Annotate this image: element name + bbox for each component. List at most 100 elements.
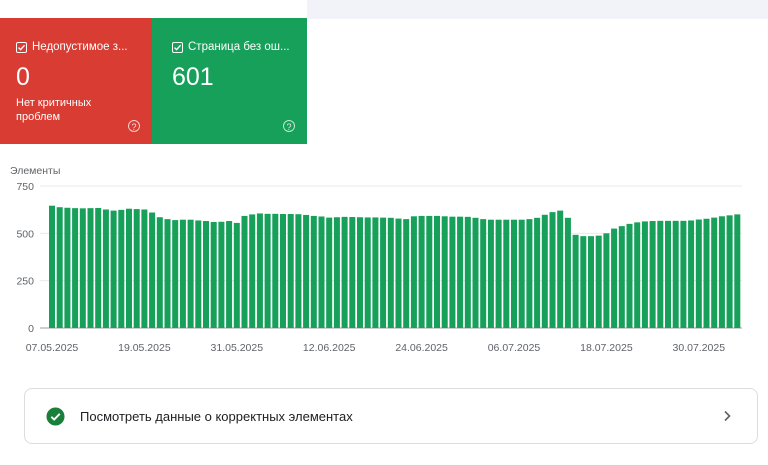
bar-14.07.2025[interactable] (572, 234, 579, 328)
bar-23.07.2025[interactable] (641, 221, 648, 328)
checkbox-checked-icon[interactable] (16, 41, 27, 53)
bar-07.07.2025[interactable] (518, 219, 525, 328)
bar-29.06.2025[interactable] (457, 216, 464, 328)
bar-06.06.2025[interactable] (280, 214, 287, 328)
bar-18.07.2025[interactable] (603, 233, 610, 328)
bar-22.05.2025[interactable] (164, 219, 171, 328)
bar-24.07.2025[interactable] (649, 221, 656, 328)
bar-26.06.2025[interactable] (434, 215, 441, 328)
bar-13.06.2025[interactable] (333, 217, 340, 328)
bar-26.07.2025[interactable] (665, 220, 672, 328)
bar-24.05.2025[interactable] (179, 219, 186, 328)
bar-01.08.2025[interactable] (711, 217, 718, 328)
bar-23.06.2025[interactable] (410, 216, 417, 328)
bar-28.07.2025[interactable] (680, 220, 687, 328)
bar-02.07.2025[interactable] (480, 219, 487, 328)
bar-01.07.2025[interactable] (472, 217, 479, 328)
bar-26.05.2025[interactable] (195, 220, 202, 328)
bar-21.07.2025[interactable] (626, 223, 633, 328)
x-tick-label: 07.05.2025 (26, 342, 79, 354)
bar-30.05.2025[interactable] (226, 221, 233, 328)
bar-04.07.2025[interactable] (495, 219, 502, 328)
bar-20.05.2025[interactable] (149, 212, 156, 328)
bar-07.05.2025[interactable] (49, 205, 56, 328)
bar-20.06.2025[interactable] (387, 217, 394, 328)
bar-15.06.2025[interactable] (349, 217, 356, 328)
bar-16.06.2025[interactable] (357, 217, 364, 328)
bar-28.06.2025[interactable] (449, 216, 456, 328)
bar-04.06.2025[interactable] (264, 213, 271, 328)
bar-12.07.2025[interactable] (557, 210, 564, 328)
bar-03.08.2025[interactable] (726, 215, 733, 328)
bar-10.06.2025[interactable] (310, 215, 317, 328)
bar-25.07.2025[interactable] (657, 220, 664, 328)
bar-08.05.2025[interactable] (56, 207, 63, 328)
bar-11.07.2025[interactable] (549, 212, 556, 328)
bar-06.07.2025[interactable] (511, 219, 518, 328)
bar-17.05.2025[interactable] (126, 208, 133, 328)
bar-18.06.2025[interactable] (372, 217, 379, 328)
bar-08.06.2025[interactable] (295, 214, 302, 328)
bar-09.07.2025[interactable] (534, 217, 541, 328)
checkbox-checked-icon[interactable] (172, 41, 183, 53)
y-tick-label: 500 (16, 228, 34, 240)
bar-24.06.2025[interactable] (418, 215, 425, 328)
card-header: Недопустимое з... (16, 39, 152, 55)
bar-27.05.2025[interactable] (203, 221, 210, 328)
bar-03.07.2025[interactable] (487, 219, 494, 328)
bar-14.05.2025[interactable] (102, 209, 109, 328)
bar-30.07.2025[interactable] (695, 219, 702, 328)
bar-02.08.2025[interactable] (718, 216, 725, 328)
bar-28.05.2025[interactable] (210, 221, 217, 328)
bar-20.07.2025[interactable] (618, 226, 625, 328)
bar-30.06.2025[interactable] (464, 216, 471, 328)
issue-card-no-errors[interactable]: Страница без ош... 601 ? (152, 18, 307, 144)
bar-27.06.2025[interactable] (441, 216, 448, 328)
bar-09.05.2025[interactable] (64, 207, 71, 328)
issue-card-invalid[interactable]: Недопустимое з... 0 Нет критичных пробле… (0, 18, 152, 144)
bar-25.05.2025[interactable] (187, 219, 194, 328)
bar-31.07.2025[interactable] (703, 218, 710, 328)
bar-01.06.2025[interactable] (241, 215, 248, 328)
bar-29.05.2025[interactable] (218, 221, 225, 328)
bar-19.06.2025[interactable] (380, 217, 387, 328)
bar-14.06.2025[interactable] (341, 216, 348, 328)
bar-19.05.2025[interactable] (141, 209, 148, 328)
bar-07.06.2025[interactable] (287, 214, 294, 328)
bar-10.05.2025[interactable] (72, 208, 79, 328)
bar-02.06.2025[interactable] (249, 214, 256, 328)
bar-17.06.2025[interactable] (364, 217, 371, 328)
bar-21.06.2025[interactable] (395, 218, 402, 328)
bar-03.06.2025[interactable] (256, 213, 263, 328)
bar-21.05.2025[interactable] (156, 217, 163, 328)
bar-12.06.2025[interactable] (326, 217, 333, 328)
bar-05.07.2025[interactable] (503, 219, 510, 328)
bar-08.07.2025[interactable] (526, 219, 533, 328)
bar-16.05.2025[interactable] (118, 209, 125, 328)
bar-13.07.2025[interactable] (564, 217, 571, 328)
help-circle-icon[interactable]: ? (283, 120, 295, 132)
bar-27.07.2025[interactable] (672, 220, 679, 328)
bar-13.05.2025[interactable] (95, 207, 102, 328)
bar-23.05.2025[interactable] (172, 220, 179, 328)
bar-09.06.2025[interactable] (303, 214, 310, 328)
bar-15.07.2025[interactable] (580, 236, 587, 328)
bar-25.06.2025[interactable] (426, 215, 433, 328)
bar-22.07.2025[interactable] (634, 222, 641, 328)
view-valid-items-link[interactable]: Посмотреть данные о корректных элементах (24, 388, 758, 444)
help-circle-icon[interactable]: ? (128, 120, 140, 132)
bar-17.07.2025[interactable] (595, 235, 602, 328)
bar-16.07.2025[interactable] (588, 236, 595, 328)
bar-19.07.2025[interactable] (611, 228, 618, 328)
bar-04.08.2025[interactable] (734, 214, 741, 328)
bar-18.05.2025[interactable] (133, 209, 140, 328)
bar-11.06.2025[interactable] (318, 216, 325, 328)
bar-12.05.2025[interactable] (87, 208, 94, 328)
bar-05.06.2025[interactable] (272, 213, 279, 328)
bar-10.07.2025[interactable] (541, 214, 548, 328)
bar-29.07.2025[interactable] (688, 220, 695, 328)
bar-22.06.2025[interactable] (403, 219, 410, 328)
bar-31.05.2025[interactable] (233, 222, 240, 328)
bar-11.05.2025[interactable] (79, 208, 86, 328)
bar-15.05.2025[interactable] (110, 210, 117, 328)
